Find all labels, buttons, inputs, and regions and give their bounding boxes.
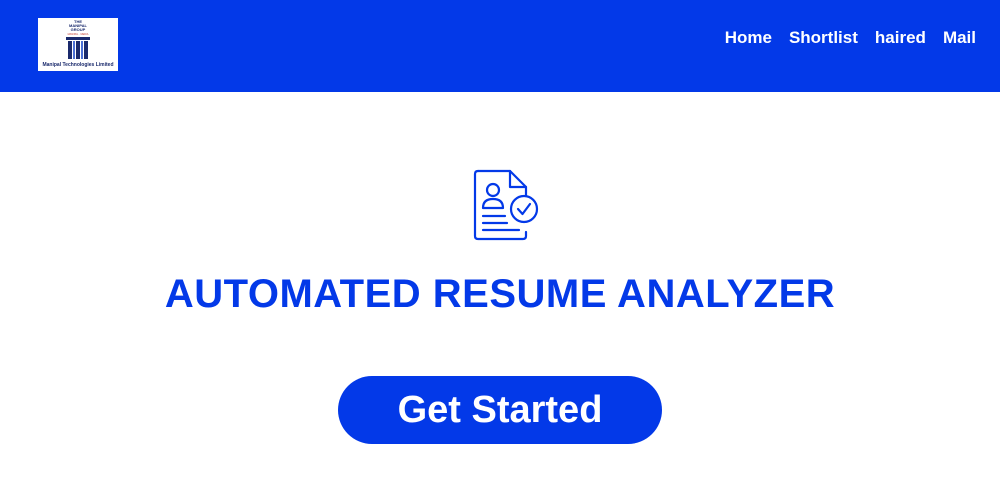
logo-company-name: Manipal Technologies Limited	[42, 62, 114, 68]
resume-check-icon	[473, 169, 539, 241]
logo-sub-text: MANIPAL · MEDIA	[67, 33, 89, 36]
main-nav: Home Shortlist haired Mail	[725, 28, 976, 48]
nav-mail-link[interactable]: Mail	[943, 28, 976, 48]
nav-shortlist-link[interactable]: Shortlist	[789, 28, 858, 48]
logo-group-text: THE MANIPAL GROUP	[69, 19, 87, 32]
nav-home-link[interactable]: Home	[725, 28, 772, 48]
nav-haired-link[interactable]: haired	[875, 28, 926, 48]
top-navbar: THE MANIPAL GROUP MANIPAL · MEDIA Manipa…	[0, 0, 1000, 92]
company-logo[interactable]: THE MANIPAL GROUP MANIPAL · MEDIA Manipa…	[38, 18, 118, 71]
page-title: AUTOMATED RESUME ANALYZER	[164, 272, 836, 316]
logo-pillars-icon	[66, 37, 90, 59]
get-started-button[interactable]: Get Started	[338, 376, 662, 444]
